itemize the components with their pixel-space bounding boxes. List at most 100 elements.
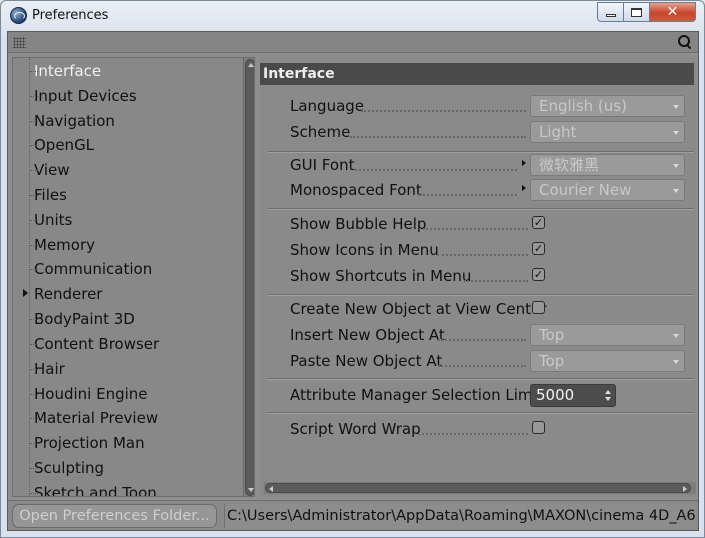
- paste-object-row: Paste New Object At Top: [290, 349, 690, 373]
- sidebar-item-houdini-engine[interactable]: Houdini Engine: [21, 382, 231, 406]
- close-button[interactable]: ✕: [650, 2, 696, 22]
- sidebar-item-projection-man[interactable]: Projection Man: [21, 431, 231, 455]
- scroll-right-arrow-icon[interactable]: [683, 486, 687, 492]
- icons-in-menu-label: Show Icons in Menu: [290, 241, 439, 259]
- minimize-button[interactable]: [597, 2, 624, 22]
- shortcuts-in-menu-row: Show Shortcuts in Menu ✓: [290, 264, 690, 288]
- open-preferences-folder-button[interactable]: Open Preferences Folder...: [12, 504, 217, 528]
- sidebar-scroll-thumb[interactable]: [245, 59, 254, 496]
- panel-horizontal-scrollbar[interactable]: [264, 482, 696, 494]
- bubble-help-checkbox[interactable]: ✓: [532, 216, 545, 229]
- sidebar-item-label: Units: [34, 211, 73, 229]
- language-row: Language English (us): [290, 94, 690, 118]
- monospaced-font-dropdown[interactable]: Courier New: [530, 179, 685, 201]
- sidebar-item-label: OpenGL: [34, 136, 95, 154]
- section-divider: [268, 294, 694, 296]
- gui-font-label: GUI Font: [290, 156, 355, 174]
- sidebar-item-sketch-and-toon[interactable]: Sketch and Toon: [21, 481, 231, 496]
- sidebar-item-content-browser[interactable]: Content Browser: [21, 332, 231, 356]
- drag-grip-icon[interactable]: [13, 37, 26, 48]
- interface-settings-panel: Interface Language English (us) Scheme L…: [260, 57, 696, 497]
- chevron-down-icon: [673, 334, 679, 338]
- bubble-help-label: Show Bubble Help: [290, 215, 427, 233]
- icons-in-menu-checkbox[interactable]: ✓: [532, 242, 545, 255]
- sidebar-item-renderer[interactable]: Renderer: [21, 282, 231, 306]
- chevron-down-icon: [673, 105, 679, 109]
- maximize-button[interactable]: [624, 2, 650, 22]
- sidebar-item-label: Houdini Engine: [34, 385, 148, 403]
- scroll-down-arrow-icon[interactable]: [248, 488, 254, 492]
- sidebar-item-communication[interactable]: Communication: [21, 257, 231, 281]
- sidebar-item-label: Input Devices: [34, 87, 137, 105]
- sidebar-item-label: Renderer: [34, 285, 103, 303]
- selection-limit-label: Attribute Manager Selection Limit: [290, 386, 543, 404]
- insert-object-row: Insert New Object At Top: [290, 323, 690, 347]
- scroll-up-arrow-icon[interactable]: [248, 63, 254, 67]
- scroll-left-arrow-icon[interactable]: [269, 486, 273, 492]
- minimize-icon: [605, 13, 616, 17]
- chevron-down-icon: [673, 189, 679, 193]
- sidebar-item-label: Projection Man: [34, 434, 145, 452]
- section-divider: [268, 208, 694, 210]
- search-icon[interactable]: [677, 34, 693, 50]
- sidebar-item-navigation[interactable]: Navigation: [21, 109, 231, 133]
- panel-title: Interface: [260, 63, 694, 85]
- preferences-path-field[interactable]: C:\Users\Administrator\AppData\Roaming\M…: [224, 504, 696, 528]
- sidebar-item-interface[interactable]: Interface: [21, 59, 231, 83]
- sidebar-item-label: Communication: [34, 260, 153, 278]
- sidebar-item-hair[interactable]: Hair: [21, 357, 231, 381]
- script-word-wrap-row: Script Word Wrap: [290, 417, 690, 441]
- script-word-wrap-checkbox[interactable]: [532, 421, 545, 434]
- title-bar[interactable]: Preferences ✕: [1, 1, 704, 31]
- expand-arrow-icon[interactable]: [23, 289, 28, 297]
- paste-object-dropdown[interactable]: Top: [530, 350, 685, 372]
- spinner-arrows-icon[interactable]: [605, 390, 611, 401]
- shortcuts-in-menu-checkbox[interactable]: ✓: [532, 268, 545, 281]
- sidebar-item-label: BodyPaint 3D: [34, 310, 135, 328]
- toolbar-strip: [8, 32, 698, 53]
- selection-limit-row: Attribute Manager Selection Limit 5000: [290, 383, 690, 407]
- preferences-window: Preferences ✕ Interface Input Devices Na…: [0, 0, 705, 538]
- sidebar-item-label: Interface: [34, 62, 102, 80]
- window-title: Preferences: [32, 8, 109, 23]
- insert-object-dropdown[interactable]: Top: [530, 324, 685, 346]
- gui-font-row: GUI Font 微软雅黑: [290, 153, 690, 177]
- section-divider: [268, 378, 694, 380]
- preferences-client-area: Interface Input Devices Navigation OpenG…: [7, 31, 699, 531]
- sidebar-item-view[interactable]: View: [21, 158, 231, 182]
- sidebar-item-label: Hair: [34, 360, 65, 378]
- sidebar-item-bodypaint-3d[interactable]: BodyPaint 3D: [21, 307, 231, 331]
- maximize-icon: [631, 7, 642, 17]
- sidebar-item-memory[interactable]: Memory: [21, 233, 231, 257]
- sidebar-item-label: Memory: [34, 236, 96, 254]
- selection-limit-field[interactable]: 5000: [530, 384, 616, 407]
- gui-font-dropdown[interactable]: 微软雅黑: [530, 154, 685, 176]
- cinema4d-app-icon: [10, 7, 27, 24]
- sidebar-item-input-devices[interactable]: Input Devices: [21, 84, 231, 108]
- language-label: Language: [290, 97, 365, 115]
- shortcuts-in-menu-label: Show Shortcuts in Menu: [290, 267, 472, 285]
- sidebar-item-files[interactable]: Files: [21, 183, 231, 207]
- window-controls: ✕: [597, 2, 696, 22]
- icons-in-menu-row: Show Icons in Menu ✓: [290, 238, 690, 262]
- bubble-help-row: Show Bubble Help ✓: [290, 212, 690, 236]
- chevron-down-icon: [673, 164, 679, 168]
- font-menu-arrow-icon[interactable]: [522, 160, 526, 166]
- language-dropdown[interactable]: English (us): [530, 95, 685, 117]
- view-center-checkbox[interactable]: [532, 301, 545, 314]
- sidebar-item-units[interactable]: Units: [21, 208, 231, 232]
- sidebar-item-label: Files: [34, 186, 67, 204]
- close-icon: ✕: [666, 4, 679, 20]
- horizontal-scroll-thumb[interactable]: [265, 483, 691, 493]
- paste-object-label: Paste New Object At: [290, 352, 443, 370]
- sidebar-item-sculpting[interactable]: Sculpting: [21, 456, 231, 480]
- section-divider: [268, 412, 694, 414]
- sidebar-scrollbar[interactable]: [243, 58, 254, 496]
- font-menu-arrow-icon[interactable]: [522, 185, 526, 191]
- scheme-dropdown[interactable]: Light: [530, 121, 685, 143]
- sidebar-item-label: Content Browser: [34, 335, 160, 353]
- sidebar-item-opengl[interactable]: OpenGL: [21, 133, 231, 157]
- monospaced-font-row: Monospaced Font Courier New: [290, 178, 690, 202]
- sidebar-item-material-preview[interactable]: Material Preview: [21, 406, 231, 430]
- sidebar-item-label: Navigation: [34, 112, 115, 130]
